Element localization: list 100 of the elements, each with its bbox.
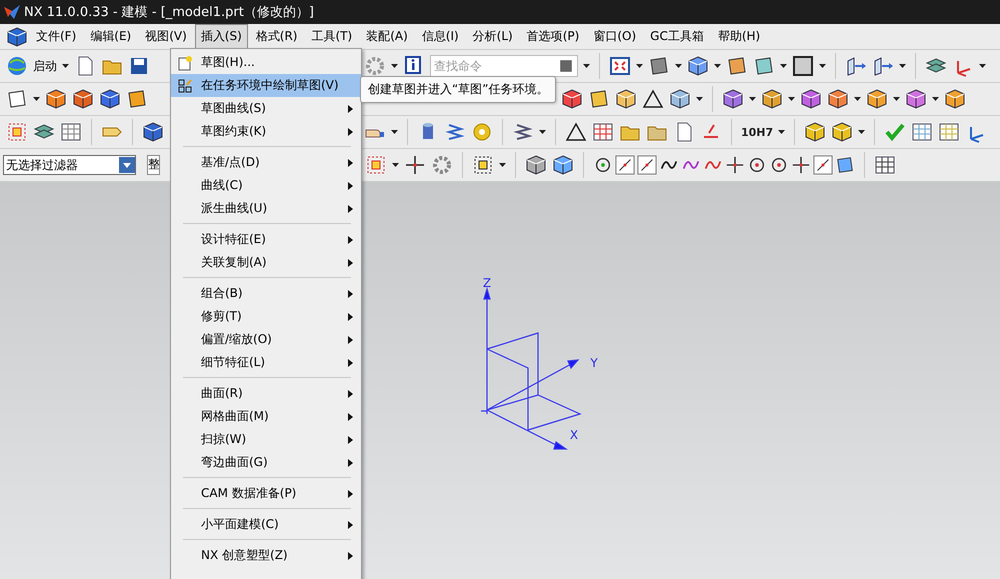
cube-icon[interactable]	[45, 88, 67, 110]
menu-item[interactable]: 修剪(T)	[171, 305, 361, 328]
menu-item[interactable]: 派生曲线(U)	[171, 197, 361, 220]
menu-item[interactable]: CAM 数据准备(P)	[171, 482, 361, 505]
window-icon[interactable]	[792, 55, 814, 77]
menu-item[interactable]: 扫掠(W)	[171, 428, 361, 451]
grid-icon[interactable]	[938, 121, 960, 143]
start-label[interactable]: 启动	[33, 58, 57, 74]
plus-icon[interactable]	[404, 154, 426, 176]
caret-icon[interactable]	[392, 163, 399, 167]
menu-item[interactable]: 视图(V)	[139, 24, 193, 49]
gear-icon[interactable]	[431, 154, 453, 176]
grid-icon[interactable]	[874, 154, 896, 176]
menu-item[interactable]: 偏置/缩放(O)	[171, 328, 361, 351]
menu-item[interactable]: 在任务环境中绘制草图(V)	[171, 74, 361, 97]
menu-item[interactable]: 网格曲面(M)	[171, 405, 361, 428]
menu-item[interactable]: 格式(R)	[250, 24, 304, 49]
menu-item[interactable]: 草图约束(K)	[171, 120, 361, 143]
cube-icon[interactable]	[905, 88, 927, 110]
cube-icon[interactable]	[827, 88, 849, 110]
caret-icon[interactable]	[391, 130, 398, 134]
circle-icon[interactable]	[769, 155, 789, 175]
menu-item[interactable]: 装配(A)	[360, 24, 414, 49]
caret-icon[interactable]	[391, 64, 398, 68]
cube-icon[interactable]	[552, 154, 574, 176]
cube-icon[interactable]	[800, 88, 822, 110]
spring-icon[interactable]	[444, 121, 466, 143]
menu-item[interactable]: 草图(H)...	[171, 51, 361, 74]
caret-icon[interactable]	[932, 97, 939, 101]
cube-icon[interactable]	[831, 121, 854, 143]
selection-icon[interactable]	[472, 154, 494, 176]
menu-item[interactable]: GC工具箱	[644, 24, 710, 49]
menu-item[interactable]: 设计特征(E)	[171, 228, 361, 251]
spring-icon[interactable]	[512, 121, 534, 143]
plus-icon[interactable]	[725, 155, 745, 175]
menu-item[interactable]: 插入(S)	[194, 24, 248, 49]
caret-icon[interactable]	[819, 64, 826, 68]
cube-icon[interactable]	[687, 55, 709, 77]
menu-item[interactable]: 关联复制(A)	[171, 251, 361, 274]
menu-item[interactable]: 编辑(E)	[84, 24, 138, 49]
caret-icon[interactable]	[539, 130, 546, 134]
menu-item[interactable]: 分析(L)	[466, 24, 519, 49]
sheet-icon[interactable]	[126, 88, 148, 110]
menu-item[interactable]: 文件(F)	[30, 24, 82, 49]
triangle-icon[interactable]	[642, 88, 664, 110]
check-icon[interactable]	[884, 121, 906, 143]
block-arrow-icon[interactable]	[872, 55, 894, 77]
sheet-icon[interactable]	[753, 55, 775, 77]
caret-icon[interactable]	[696, 97, 703, 101]
menu-item[interactable]: 弯边曲面(G)	[171, 451, 361, 474]
menu-item[interactable]: 信息(I)	[416, 24, 465, 49]
menu-item[interactable]: 曲线(C)	[171, 174, 361, 197]
cube-icon[interactable]	[944, 88, 966, 110]
caret-icon[interactable]	[62, 64, 69, 68]
cube-icon[interactable]	[99, 88, 121, 110]
cube-icon[interactable]	[6, 26, 28, 48]
block-arrow-icon[interactable]	[845, 55, 867, 77]
caret-icon[interactable]	[33, 97, 40, 101]
menu-item[interactable]: 工具(T)	[305, 24, 358, 49]
cube-icon[interactable]	[72, 88, 94, 110]
caret-icon[interactable]	[636, 64, 643, 68]
cube-icon[interactable]	[142, 121, 164, 143]
plus-icon[interactable]	[791, 155, 811, 175]
caret-icon[interactable]	[780, 64, 787, 68]
menu-item[interactable]: 曲面(R)	[171, 382, 361, 405]
sheet-icon[interactable]	[648, 55, 670, 77]
menu-item[interactable]: 首选项(P)	[520, 24, 586, 49]
menu-item[interactable]: 细节特征(L)	[171, 351, 361, 374]
caret-icon[interactable]	[714, 64, 721, 68]
triangle-icon[interactable]	[565, 121, 587, 143]
grid-icon[interactable]	[911, 121, 934, 143]
menu-item[interactable]: 基准/点(D)	[171, 151, 361, 174]
caret-icon[interactable]	[778, 130, 786, 134]
menu-item[interactable]: 窗口(O)	[587, 24, 642, 49]
menu-item[interactable]: 帮助(H)	[712, 24, 766, 49]
globe-icon[interactable]	[6, 55, 28, 77]
caret-icon[interactable]	[499, 163, 506, 167]
menu-item[interactable]: NX 创意塑型(Z)	[171, 544, 361, 567]
cube-icon[interactable]	[525, 154, 547, 176]
caret-icon[interactable]	[858, 130, 866, 134]
sheet-icon[interactable]	[6, 88, 28, 110]
cube-icon[interactable]	[866, 88, 888, 110]
sheet-icon[interactable]	[835, 155, 855, 175]
circle-icon[interactable]	[593, 155, 613, 175]
caret-icon[interactable]	[749, 97, 756, 101]
caret-icon[interactable]	[854, 97, 861, 101]
circle-icon[interactable]	[747, 155, 767, 175]
grid-icon[interactable]	[60, 121, 82, 143]
fit-view-icon[interactable]	[609, 55, 631, 77]
menu-item[interactable]: 组合(B)	[171, 282, 361, 305]
sheet-icon[interactable]	[726, 55, 748, 77]
cube-icon[interactable]	[722, 88, 744, 110]
caret-icon[interactable]	[893, 97, 900, 101]
caret-icon[interactable]	[899, 64, 906, 68]
caret-icon[interactable]	[979, 64, 986, 68]
cube-icon[interactable]	[761, 88, 783, 110]
cube-icon[interactable]	[804, 121, 826, 143]
grid-icon[interactable]	[592, 121, 614, 143]
menu-item[interactable]: 草图曲线(S)	[171, 97, 361, 120]
caret-icon[interactable]	[788, 97, 795, 101]
